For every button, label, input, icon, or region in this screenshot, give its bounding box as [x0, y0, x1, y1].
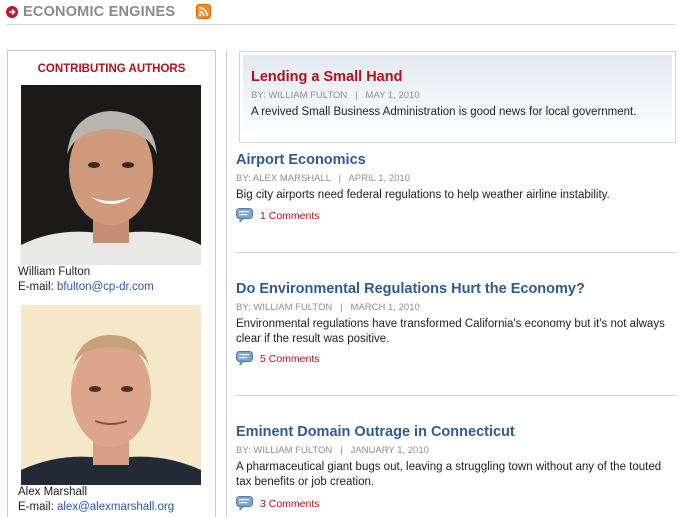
featured-article-background: Lending a Small Hand BY: WILLIAM FULTON …: [243, 55, 672, 139]
section-header: ECONOMIC ENGINES: [6, 3, 676, 25]
comment-bubble-icon: [236, 496, 253, 511]
featured-article-summary: A revived Small Business Administration …: [251, 106, 637, 118]
email-label: E-mail:: [18, 501, 54, 513]
comments-link[interactable]: 5 Comments: [236, 351, 320, 366]
author-name: William Fulton: [18, 266, 91, 278]
comments-link[interactable]: 3 Comments: [236, 496, 320, 511]
article-title[interactable]: Do Environmental Regulations Hurt the Ec…: [236, 281, 585, 297]
featured-article-title[interactable]: Lending a Small Hand: [251, 69, 402, 85]
comments-count[interactable]: 3 Comments: [260, 498, 320, 510]
article-item: Airport Economics BY: ALEX MARSHALL | AP…: [236, 152, 676, 247]
sidebar-heading: CONTRIBUTING AUTHORS: [37, 63, 186, 75]
article-meta: BY: ALEX MARSHALL | APRIL 1, 2010: [236, 173, 410, 184]
article-item: Do Environmental Regulations Hurt the Ec…: [236, 281, 676, 386]
article-divider: [236, 252, 676, 253]
article-summary: Environmental regulations have transform…: [236, 318, 665, 345]
comments-count[interactable]: 5 Comments: [260, 353, 320, 365]
rss-feed-icon[interactable]: [196, 4, 211, 19]
red-arrow-icon: [6, 6, 18, 18]
author-photo-william-fulton: [21, 85, 201, 265]
featured-article: Lending a Small Hand BY: WILLIAM FULTON …: [239, 51, 676, 143]
featured-article-meta: BY: WILLIAM FULTON | MAY 1, 2010: [251, 90, 420, 101]
article-title[interactable]: Eminent Domain Outrage in Connecticut: [236, 424, 515, 440]
article-summary: Big city airports need federal regulatio…: [236, 189, 610, 201]
author-email-link[interactable]: bfulton@cp-dr.com: [57, 281, 154, 293]
article-item: Eminent Domain Outrage in Connecticut BY…: [236, 424, 676, 517]
article-meta: BY: WILLIAM FULTON | MARCH 1, 2010: [236, 302, 420, 313]
author-photo-alex-marshall: [21, 305, 201, 485]
author-email-link[interactable]: alex@alexmarshall.org: [57, 501, 174, 513]
comment-bubble-icon: [236, 208, 253, 223]
email-label: E-mail:: [18, 281, 54, 293]
comments-link[interactable]: 1 Comments: [236, 208, 320, 223]
article-title[interactable]: Airport Economics: [236, 152, 366, 168]
author-name: Alex Marshall: [18, 486, 88, 498]
article-summary: A pharmaceutical giant bugs out, leaving…: [236, 461, 662, 488]
author-email-row: E-mail: bfulton@cp-dr.com: [18, 281, 154, 293]
comments-count[interactable]: 1 Comments: [260, 210, 320, 222]
author-email-row: E-mail: alex@alexmarshall.org: [18, 501, 174, 513]
article-divider: [236, 395, 676, 396]
article-meta: BY: WILLIAM FULTON | JANUARY 1, 2010: [236, 445, 429, 456]
contributing-authors-panel: CONTRIBUTING AUTHORS William Fulton E-ma…: [7, 50, 216, 517]
section-title: ECONOMIC ENGINES: [23, 4, 176, 20]
comment-bubble-icon: [236, 351, 253, 366]
column-divider: [226, 50, 227, 517]
